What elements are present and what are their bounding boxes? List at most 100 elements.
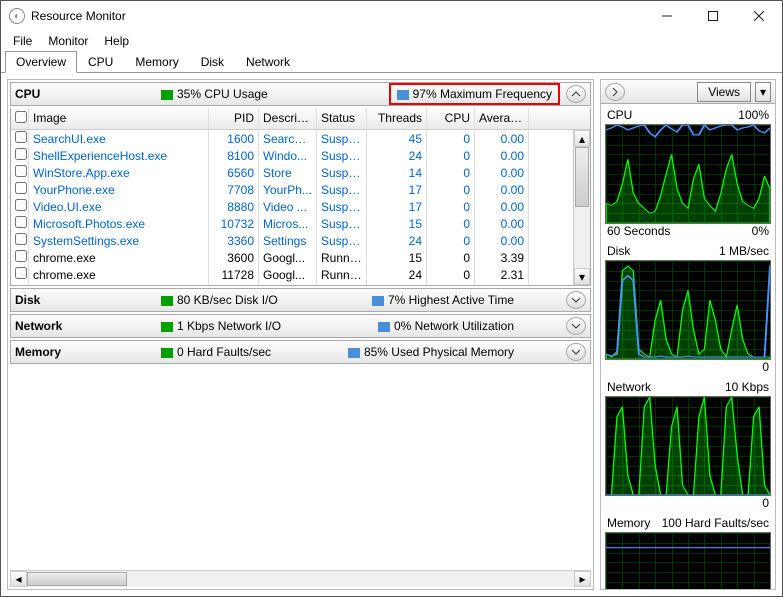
expand-memory-button[interactable] bbox=[566, 343, 586, 361]
graph-canvas bbox=[605, 532, 771, 589]
memory-section-header[interactable]: Memory 0 Hard Faults/sec 85% Used Physic… bbox=[10, 340, 591, 364]
col-status[interactable]: Status bbox=[317, 108, 367, 129]
green-swatch-icon bbox=[161, 348, 173, 358]
graph-title: Network bbox=[607, 380, 651, 394]
scroll-up-icon[interactable]: ▴ bbox=[574, 130, 590, 147]
tab-overview[interactable]: Overview bbox=[5, 51, 77, 73]
row-checkbox[interactable] bbox=[15, 233, 27, 245]
menu-file[interactable]: File bbox=[5, 32, 40, 50]
cell-cpu: 0 bbox=[427, 265, 475, 285]
collapse-cpu-button[interactable] bbox=[566, 85, 586, 103]
col-cpu[interactable]: CPU bbox=[427, 108, 475, 129]
table-row[interactable]: SearchUI.exe1600Search ...Suspe...4500.0… bbox=[11, 130, 590, 147]
app-icon: ◐ bbox=[9, 8, 25, 24]
menu-help[interactable]: Help bbox=[96, 32, 137, 50]
cell-pid: 11728 bbox=[209, 265, 259, 285]
graph-title: Memory bbox=[607, 516, 650, 530]
memory-used-stat: 85% Used Physical Memory bbox=[348, 345, 514, 359]
graphs-container: CPU100%60 Seconds0%Disk1 MB/sec0Network1… bbox=[601, 104, 775, 589]
col-avg[interactable]: Averag... bbox=[475, 108, 529, 129]
select-all-checkbox[interactable] bbox=[15, 111, 27, 123]
maximize-button[interactable] bbox=[690, 1, 736, 31]
memory-section-title: Memory bbox=[15, 345, 155, 359]
expand-network-button[interactable] bbox=[566, 317, 586, 335]
row-checkbox[interactable] bbox=[15, 199, 27, 211]
table-row[interactable]: YourPhone.exe7708YourPh...Suspe...1700.0… bbox=[11, 181, 590, 198]
table-row[interactable]: Video.UI.exe8880Video ...Suspe...1700.00 bbox=[11, 198, 590, 215]
green-swatch-icon bbox=[161, 322, 173, 332]
views-button[interactable]: Views bbox=[697, 82, 751, 102]
row-checkbox[interactable] bbox=[15, 216, 27, 228]
row-checkbox[interactable] bbox=[15, 131, 27, 143]
minimize-button[interactable] bbox=[644, 1, 690, 31]
green-swatch-icon bbox=[161, 296, 173, 306]
network-util-stat: 0% Network Utilization bbox=[378, 319, 514, 333]
cell-desc: Googl... bbox=[259, 265, 317, 285]
network-section-title: Network bbox=[15, 319, 155, 333]
graph-foot-right: 0 bbox=[762, 496, 769, 510]
row-checkbox[interactable] bbox=[15, 165, 27, 177]
graph-scale: 100% bbox=[738, 108, 769, 122]
left-hscrollbar[interactable]: ◂ ▸ bbox=[10, 570, 591, 587]
col-pid[interactable]: PID bbox=[209, 108, 259, 129]
cell-avg: 2.31 bbox=[475, 265, 529, 285]
table-row[interactable]: chrome.exe11728Googl...Runni...2402.31 bbox=[11, 266, 590, 283]
right-panel-header: Views ▾ bbox=[601, 80, 775, 104]
disk-active-stat: 7% Highest Active Time bbox=[372, 293, 514, 307]
cpu-section-header[interactable]: CPU 35% CPU Usage 97% Maximum Frequency bbox=[10, 82, 591, 106]
table-row[interactable]: Microsoft.Photos.exe10732Micros...Suspe.… bbox=[11, 215, 590, 232]
close-button[interactable] bbox=[736, 1, 782, 31]
table-row[interactable]: SystemSettings.exe3360SettingsSuspe...24… bbox=[11, 232, 590, 249]
window-title: Resource Monitor bbox=[31, 9, 644, 23]
graph-scale: 100 Hard Faults/sec bbox=[662, 516, 769, 530]
views-dropdown-button[interactable]: ▾ bbox=[755, 82, 771, 102]
tab-strip: Overview CPU Memory Disk Network bbox=[1, 51, 782, 73]
scroll-left-icon[interactable]: ◂ bbox=[10, 571, 27, 587]
table-body: SearchUI.exe1600Search ...Suspe...4500.0… bbox=[11, 130, 590, 285]
table-header: Image PID Descrip... Status Threads CPU … bbox=[11, 108, 590, 130]
network-io-stat: 1 Kbps Network I/O bbox=[161, 319, 281, 333]
scroll-thumb[interactable] bbox=[575, 147, 589, 207]
scroll-right-icon[interactable]: ▸ bbox=[574, 571, 591, 587]
table-row[interactable]: WinStore.App.exe6560StoreSuspe...1400.00 bbox=[11, 164, 590, 181]
col-threads[interactable]: Threads bbox=[367, 108, 427, 129]
graph-canvas bbox=[605, 260, 771, 360]
tab-network[interactable]: Network bbox=[235, 51, 301, 73]
blue-swatch-icon bbox=[397, 90, 409, 100]
table-row[interactable]: chrome.exe3600Googl...Runni...1503.39 bbox=[11, 249, 590, 266]
graph-foot-right: 0 bbox=[762, 360, 769, 374]
cell-status: Runni... bbox=[317, 265, 367, 285]
graph-foot-left: 60 Seconds bbox=[607, 224, 670, 238]
graph-canvas bbox=[605, 396, 771, 496]
right-panel: Views ▾ CPU100%60 Seconds0%Disk1 MB/sec0… bbox=[600, 79, 776, 590]
collapse-graphs-button[interactable] bbox=[605, 83, 625, 101]
tab-disk[interactable]: Disk bbox=[190, 51, 235, 73]
tab-cpu[interactable]: CPU bbox=[77, 51, 124, 73]
col-check[interactable] bbox=[11, 108, 29, 129]
graph-scale: 1 MB/sec bbox=[719, 244, 769, 258]
blue-swatch-icon bbox=[378, 322, 390, 332]
disk-section-header[interactable]: Disk 80 KB/sec Disk I/O 7% Highest Activ… bbox=[10, 288, 591, 312]
network-section-header[interactable]: Network 1 Kbps Network I/O 0% Network Ut… bbox=[10, 314, 591, 338]
graph-canvas bbox=[605, 124, 771, 224]
row-checkbox[interactable] bbox=[15, 182, 27, 194]
table-row[interactable]: ShellExperienceHost.exe8100Windo...Suspe… bbox=[11, 147, 590, 164]
col-image[interactable]: Image bbox=[29, 108, 209, 129]
row-checkbox[interactable] bbox=[15, 250, 27, 262]
process-table: Image PID Descrip... Status Threads CPU … bbox=[10, 108, 591, 286]
left-panel: CPU 35% CPU Usage 97% Maximum Frequency … bbox=[7, 79, 594, 590]
hscroll-thumb[interactable] bbox=[27, 572, 127, 586]
disk-io-stat: 80 KB/sec Disk I/O bbox=[161, 293, 278, 307]
row-checkbox[interactable] bbox=[15, 267, 27, 279]
scroll-down-icon[interactable]: ▾ bbox=[574, 268, 590, 285]
menu-monitor[interactable]: Monitor bbox=[40, 32, 96, 50]
disk-section-title: Disk bbox=[15, 293, 155, 307]
cpu-freq-stat: 97% Maximum Frequency bbox=[389, 83, 560, 105]
tab-memory[interactable]: Memory bbox=[124, 51, 189, 73]
col-desc[interactable]: Descrip... bbox=[259, 108, 317, 129]
menu-bar: File Monitor Help bbox=[1, 31, 782, 51]
graph-network: Network10 Kbps0 bbox=[605, 380, 771, 512]
expand-disk-button[interactable] bbox=[566, 291, 586, 309]
table-vscrollbar[interactable]: ▴ ▾ bbox=[573, 130, 590, 285]
row-checkbox[interactable] bbox=[15, 148, 27, 160]
